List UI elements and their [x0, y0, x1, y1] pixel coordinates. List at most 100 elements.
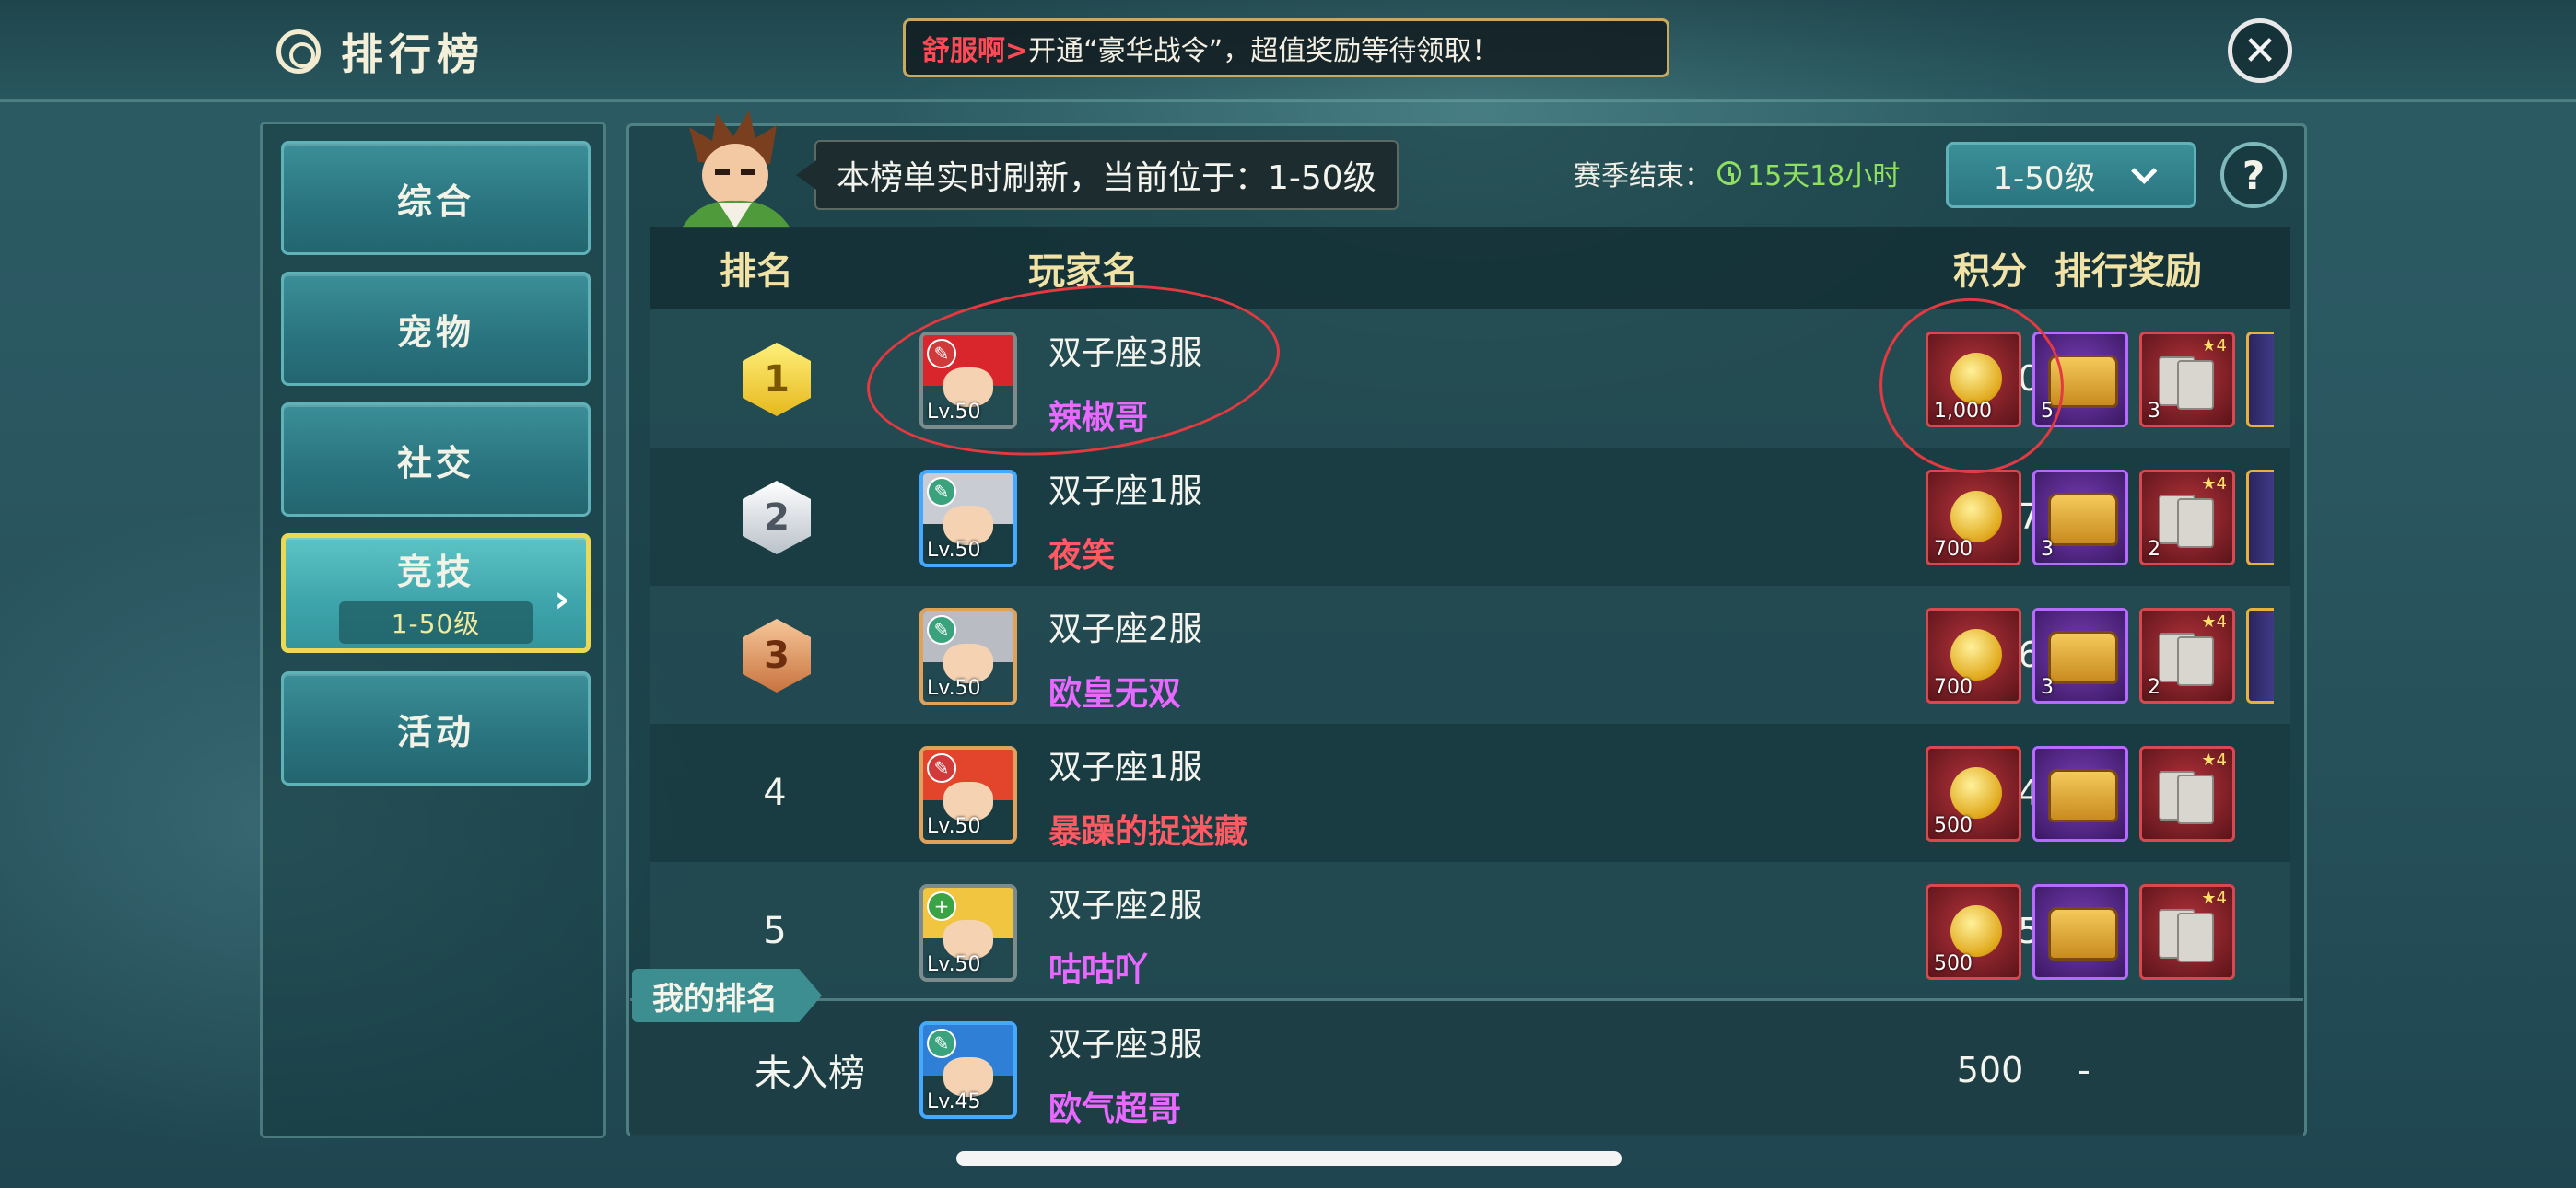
player-avatar[interactable]: ✎ Lv.50: [919, 608, 1017, 705]
table-row[interactable]: 2 ✎ Lv.50 双子座1服 夜笑 2,657 700 3 ★42: [650, 448, 2290, 586]
star-icon: ★4: [2201, 751, 2227, 770]
player-level: Lv.50: [927, 539, 981, 562]
table-header: 排名 玩家名 积分 排行奖励: [650, 227, 2290, 309]
reward-count: 700: [1934, 676, 1973, 699]
star-icon: ★4: [2201, 474, 2227, 494]
player-level: Lv.50: [927, 953, 981, 976]
rank-number: 3: [764, 635, 790, 677]
reward-count: 3: [2041, 538, 2054, 561]
season-remaining: 15天18小时: [1747, 160, 1901, 192]
coin-icon: [1950, 767, 2002, 819]
rank-number: 1: [764, 358, 790, 401]
card-pack-icon: [2159, 627, 2219, 688]
reward-count: 2: [2148, 676, 2160, 699]
extra-reward-partial[interactable]: [2246, 608, 2274, 704]
reward-count: 500: [1934, 814, 1973, 837]
level-dropdown-value: 1-50级: [1993, 159, 2096, 197]
player-name: 欧皇无双: [1048, 675, 1182, 713]
level-dropdown[interactable]: 1-50级: [1946, 142, 2196, 208]
player-server: 双子座2服: [1048, 611, 1202, 648]
coin-icon: [1950, 629, 2002, 681]
gold-medal-icon: 1: [743, 343, 811, 416]
sidebar-item-label: 竞技: [396, 551, 474, 592]
season-countdown: 赛季结束： 15天18小时: [1574, 153, 1900, 193]
chevron-down-icon: [2130, 157, 2157, 184]
category-sidebar: 综合 宠物 社交 竞技 1-50级 › 活动: [260, 122, 606, 1138]
gold-coin-reward[interactable]: 700: [1926, 608, 2021, 704]
sidebar-item-social[interactable]: 社交: [281, 402, 591, 517]
card-pack-icon: [2159, 351, 2219, 412]
chevron-right-icon: ›: [554, 578, 573, 621]
gold-coin-reward[interactable]: 700: [1926, 470, 2021, 565]
sidebar-item-label: 社交: [396, 442, 474, 483]
question-icon: ?: [2242, 152, 2266, 198]
reward-count: 3: [2041, 676, 2054, 699]
chest-reward[interactable]: 3: [2032, 470, 2128, 565]
home-indicator[interactable]: [956, 1151, 1622, 1166]
extra-reward-partial[interactable]: [2246, 470, 2274, 565]
silver-medal-icon: 2: [743, 481, 811, 554]
my-reward: -: [2078, 1050, 2090, 1090]
player-level: Lv.50: [927, 677, 981, 700]
player-avatar[interactable]: ✎ Lv.50: [919, 470, 1017, 567]
class-badge-icon: ✎: [927, 1029, 956, 1058]
reward-count: 500: [1934, 952, 1973, 975]
player-avatar[interactable]: + Lv.50: [919, 884, 1017, 982]
my-name: 欧气超哥: [1048, 1090, 1182, 1128]
sidebar-item-arena[interactable]: 竞技 1-50级 ›: [281, 533, 591, 653]
coin-icon: [1950, 905, 2002, 957]
banner-text: 开通“豪华战令”，超值奖励等待领取！: [1028, 35, 1500, 67]
npc-character-portrait: [682, 111, 790, 228]
column-header-rank: 排名: [720, 250, 793, 293]
sidebar-item-pet[interactable]: 宠物: [281, 272, 591, 386]
extra-reward-partial[interactable]: [2246, 332, 2274, 427]
table-row[interactable]: 5 + Lv.50 双子座2服 咕咕吖 2,135 500 ★4: [650, 862, 2290, 1000]
sidebar-item-label: 宠物: [396, 311, 474, 353]
help-button[interactable]: ?: [2220, 142, 2287, 208]
sidebar-item-event[interactable]: 活动: [281, 671, 591, 786]
treasure-chest-icon: [2048, 769, 2118, 822]
card-pack-icon: [2159, 765, 2219, 826]
reward-list: 700 3 ★4 2: [1926, 470, 2274, 567]
season-label: 赛季结束：: [1574, 160, 1712, 192]
treasure-chest-icon: [2048, 907, 2118, 961]
bronze-medal-icon: 3: [743, 619, 811, 693]
sidebar-item-overall[interactable]: 综合: [281, 141, 591, 255]
player-level: Lv.50: [927, 815, 981, 838]
reward-count: 2: [2148, 538, 2160, 561]
card-pack-reward[interactable]: ★4 2: [2139, 608, 2235, 704]
reward-list: 700 3 ★4 2: [1926, 608, 2274, 705]
my-rank-tag: 我的排名: [632, 969, 822, 1022]
banner-highlight: 舒服啊>: [922, 35, 1029, 67]
chest-reward[interactable]: [2032, 884, 2128, 980]
player-avatar[interactable]: ✎ Lv.50: [919, 746, 1017, 844]
promo-banner[interactable]: 舒服啊> 开通“豪华战令”，超值奖励等待领取！: [903, 18, 1669, 77]
star-icon: ★4: [2201, 889, 2227, 908]
card-pack-icon: [2159, 903, 2219, 964]
table-row[interactable]: 4 ✎ Lv.50 双子座1服 暴躁的捉迷藏 2,484 500 ★4: [650, 724, 2290, 862]
reward-list: 500 ★4: [1926, 884, 2235, 982]
sidebar-item-sublabel: 1-50级: [339, 600, 533, 644]
close-icon: ✕: [2242, 27, 2277, 75]
table-row[interactable]: 3 ✎ Lv.50 双子座2服 欧皇无双 2,596 700 3 ★42: [650, 586, 2290, 724]
treasure-chest-icon: [2048, 631, 2118, 684]
my-avatar[interactable]: ✎ Lv.45: [919, 1021, 1017, 1119]
my-level: Lv.45: [927, 1090, 981, 1113]
star-icon: ★4: [2201, 612, 2227, 632]
page-title-group: 排行榜: [276, 24, 485, 79]
class-badge-icon: ✎: [927, 477, 956, 507]
card-pack-reward[interactable]: ★4 3: [2139, 332, 2235, 427]
chest-reward[interactable]: [2032, 746, 2128, 842]
gold-coin-reward[interactable]: 500: [1926, 746, 2021, 842]
player-name: 暴躁的捉迷藏: [1048, 813, 1248, 851]
player-server: 双子座1服: [1048, 749, 1202, 786]
card-pack-reward[interactable]: ★4: [2139, 884, 2235, 980]
reward-count: 3: [2148, 400, 2160, 423]
close-button[interactable]: ✕: [2228, 18, 2292, 83]
player-name: 夜笑: [1048, 537, 1116, 575]
card-pack-reward[interactable]: ★4: [2139, 746, 2235, 842]
chest-reward[interactable]: 3: [2032, 608, 2128, 704]
player-server: 双子座2服: [1048, 887, 1202, 925]
card-pack-reward[interactable]: ★4 2: [2139, 470, 2235, 565]
gold-coin-reward[interactable]: 500: [1926, 884, 2021, 980]
